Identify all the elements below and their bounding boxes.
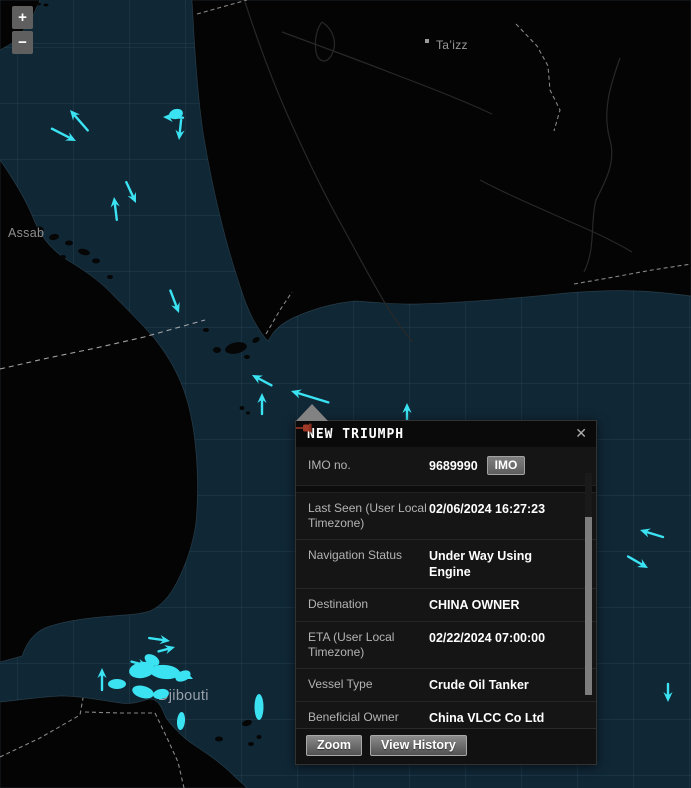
vessel-marker[interactable]	[166, 289, 183, 315]
vessel-marker[interactable]	[109, 196, 121, 220]
imo-label: IMO no.	[308, 458, 429, 473]
zoom-in-button[interactable]: +	[12, 6, 33, 29]
vessel-type-label: Vessel Type	[308, 677, 429, 693]
beneficial-owner-value: China VLCC Co Ltd	[429, 710, 570, 726]
nav-status-label: Navigation Status	[308, 548, 429, 580]
vessel-marker[interactable]	[639, 526, 665, 542]
vessel-marker[interactable]	[149, 634, 171, 646]
map-label-assab: Assab	[8, 226, 44, 240]
vessel-cluster-blob[interactable]	[255, 694, 264, 720]
view-history-button[interactable]: View History	[370, 735, 467, 756]
info-row-nav-status: Navigation Status Under Way Using Engine	[296, 539, 596, 588]
row-separator-gap	[296, 485, 596, 493]
beneficial-owner-label: Beneficial Owner	[308, 710, 429, 726]
imo-button[interactable]: IMO	[487, 456, 526, 475]
vessel-marker[interactable]	[97, 668, 106, 690]
vessel-marker[interactable]	[50, 125, 78, 145]
popup-anchor-arrow	[296, 404, 328, 421]
last-seen-value: 02/06/2024 16:27:23	[429, 501, 570, 531]
nav-status-value: Under Way Using Engine	[429, 548, 570, 580]
vessel-marker[interactable]	[250, 371, 274, 389]
vessel-info-popup: NEW TRIUMPH ✕ IMO no. 9689990 IMO L	[295, 420, 597, 765]
vessel-cluster-blob[interactable]	[108, 679, 126, 689]
vessel-marker[interactable]	[626, 553, 651, 572]
map-zoom-controls: + −	[12, 6, 33, 54]
map[interactable]: Ta’izzAssabDjibouti + − NEW TRIUMPH ✕ IM…	[0, 0, 691, 788]
vessel-cluster-blob[interactable]	[131, 683, 155, 700]
vessel-marker[interactable]	[67, 107, 92, 133]
vessel-marker[interactable]	[174, 120, 185, 141]
vessel-marker[interactable]	[122, 180, 140, 205]
popup-footer: Zoom View History	[296, 728, 596, 764]
vessel-cluster-blob[interactable]	[176, 712, 186, 731]
vessel-marker[interactable]	[663, 684, 672, 702]
vessel-name-title: NEW TRIUMPH	[307, 427, 564, 442]
popup-scrollbar-thumb[interactable]	[585, 517, 592, 695]
destination-label: Destination	[308, 597, 429, 613]
place-dot-taizz	[425, 39, 429, 43]
vessel-marker[interactable]	[157, 643, 176, 656]
vessel-type-value: Crude Oil Tanker	[429, 677, 570, 693]
popup-scrollbar-track[interactable]	[585, 473, 592, 692]
destination-value: CHINA OWNER	[429, 597, 570, 613]
info-row-vessel-type: Vessel Type Crude Oil Tanker	[296, 668, 596, 701]
vessel-marker[interactable]	[257, 393, 266, 414]
popup-header: NEW TRIUMPH ✕	[296, 421, 596, 447]
imo-value: 9689990	[429, 458, 478, 474]
zoom-out-button[interactable]: −	[12, 31, 33, 54]
info-row-destination: Destination CHINA OWNER	[296, 588, 596, 621]
eta-label: ETA (User Local Timezone)	[308, 630, 429, 660]
last-seen-label: Last Seen (User Local Timezone)	[308, 501, 429, 531]
close-icon[interactable]: ✕	[568, 427, 587, 441]
info-row-beneficial-owner: Beneficial Owner China VLCC Co Ltd	[296, 701, 596, 728]
zoom-to-vessel-button[interactable]: Zoom	[306, 735, 362, 756]
popup-body: IMO no. 9689990 IMO Last Seen (User Loca…	[296, 447, 596, 728]
map-label-taizz: Ta’izz	[436, 38, 468, 52]
info-row-last-seen: Last Seen (User Local Timezone) 02/06/20…	[296, 493, 596, 539]
vessel-marker[interactable]	[402, 403, 411, 421]
info-row-eta: ETA (User Local Timezone) 02/22/2024 07:…	[296, 621, 596, 668]
eta-value: 02/22/2024 07:00:00	[429, 630, 570, 660]
info-row-imo: IMO no. 9689990 IMO	[296, 447, 596, 485]
